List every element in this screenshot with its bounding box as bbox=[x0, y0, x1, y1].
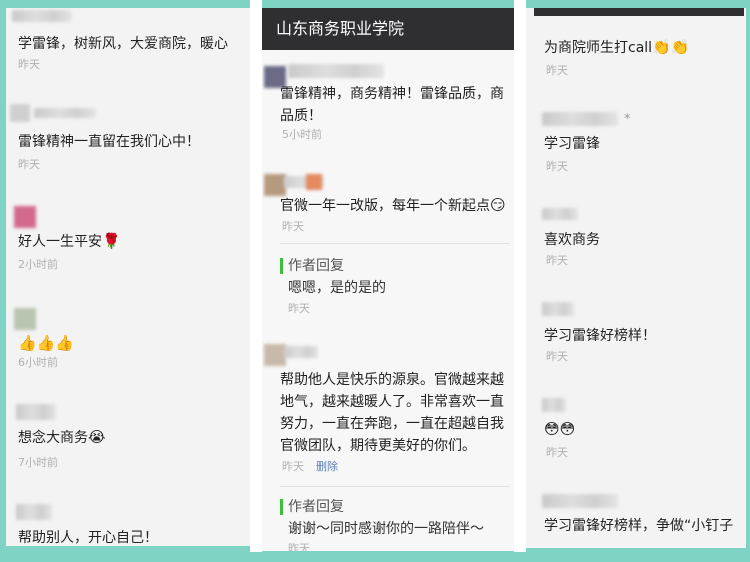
comment-time: 2小时前 bbox=[18, 258, 58, 271]
blurred-username bbox=[16, 504, 52, 520]
comment-time: 昨天 bbox=[18, 58, 40, 71]
screenshot-collage: { "left_panel": { "comments": [ {"text":… bbox=[0, 0, 750, 562]
comment-text: 雷锋精神一直留在我们心中！ bbox=[18, 134, 200, 150]
blurred-username bbox=[34, 108, 96, 118]
smirk-emoji-icon: 😏 bbox=[490, 196, 506, 214]
divider bbox=[280, 486, 510, 487]
reply-marker bbox=[280, 258, 283, 274]
flushed-emoji-icon: 😳😳 bbox=[544, 420, 576, 438]
middle-comments-panel: 山东商务职业学院 雷锋精神，商务精神！雷锋品质，商 品质！ 5小时前 官微一年一… bbox=[262, 8, 514, 551]
comment-time: 7小时前 bbox=[18, 456, 58, 469]
divider bbox=[280, 243, 510, 244]
comment-text: 学习雷锋好榜样！ bbox=[544, 328, 656, 344]
comment-text: 学习雷锋 bbox=[544, 136, 600, 152]
comment-time: 6小时前 bbox=[18, 356, 58, 369]
comment-text: 帮助他人是快乐的源泉。官微越来越 bbox=[280, 372, 504, 388]
comment-time: 昨天 bbox=[18, 158, 40, 171]
comment-time: 昨天 bbox=[546, 350, 568, 363]
blurred-avatar bbox=[14, 206, 36, 228]
panel-separator bbox=[250, 0, 262, 552]
blurred-avatar bbox=[14, 308, 36, 330]
comment-text: 😳😳 bbox=[544, 418, 575, 442]
blurred-username bbox=[288, 64, 384, 78]
crying-emoji-icon: 😭 bbox=[88, 428, 106, 446]
reply-text: 谢谢～同时感谢你的一路陪伴～ bbox=[288, 521, 484, 537]
left-comments-panel: 学雷锋，树新风，大爱商院，暖心 昨天 雷锋精神一直留在我们心中！ 昨天 好人一生… bbox=[6, 8, 250, 546]
reply-marker bbox=[280, 499, 283, 515]
comment-text: 雷锋精神，商务精神！雷锋品质，商 bbox=[280, 86, 504, 102]
comment-text: 努力，一直在奔跑，一直在超越自我 bbox=[280, 416, 504, 432]
blurred-username bbox=[542, 208, 578, 220]
blurred-username bbox=[542, 302, 574, 316]
comment-text: 👍👍👍 bbox=[18, 332, 74, 356]
comment-text: 官微一年一改版，每年一个新起点😏 bbox=[280, 196, 506, 214]
username-star: * bbox=[624, 112, 631, 127]
author-reply-label: 作者回复 bbox=[288, 499, 344, 515]
right-comments-panel: 为商院师生打call👏👏 昨天 * 学习雷锋 昨天 喜欢商务 昨天 学习雷锋好榜… bbox=[526, 8, 746, 548]
comment-time: 昨天 bbox=[546, 64, 568, 77]
blurred-avatar bbox=[264, 174, 286, 196]
clapping-hands-emoji-icon: 👏👏 bbox=[652, 38, 690, 56]
comment-time: 昨天 bbox=[546, 254, 568, 267]
comment-text: 品质！ bbox=[280, 108, 322, 124]
comment-text: 为商院师生打call👏👏 bbox=[544, 38, 690, 56]
blurred-username bbox=[12, 10, 72, 22]
delete-link[interactable]: 删除 bbox=[316, 460, 338, 473]
comment-time: 昨天 bbox=[546, 446, 568, 459]
reply-time: 昨天 bbox=[288, 302, 310, 315]
comment-time: 昨天 删除 bbox=[282, 460, 338, 473]
reply-text: 嗯嗯，是的是的 bbox=[288, 280, 386, 296]
comment-text: 喜欢商务 bbox=[544, 232, 600, 248]
comment-text: 官微团队，期待更美好的你们。 bbox=[280, 438, 476, 454]
comment-time: 昨天 bbox=[546, 160, 568, 173]
blurred-avatar bbox=[10, 104, 30, 122]
comment-text: 学雷锋，树新风，大爱商院，暖心 bbox=[18, 36, 228, 52]
thumbs-up-emoji-icon: 👍👍👍 bbox=[18, 334, 75, 352]
comment-text: 好人一生平安🌹 bbox=[18, 232, 121, 250]
blurred-avatar bbox=[306, 174, 322, 190]
blurred-username bbox=[284, 346, 318, 358]
author-reply-label: 作者回复 bbox=[288, 258, 344, 274]
blurred-username bbox=[542, 112, 618, 126]
comment-text: 地气，越来越暖人了。非常喜欢一直 bbox=[280, 394, 504, 410]
blurred-avatar bbox=[264, 344, 286, 366]
rose-emoji-icon: 🌹 bbox=[102, 232, 121, 250]
comment-time: 5小时前 bbox=[282, 128, 322, 141]
reply-time: 昨天 bbox=[288, 542, 310, 551]
top-bar bbox=[534, 8, 744, 16]
comment-text: 想念大商务😭 bbox=[18, 428, 106, 446]
comment-time: 昨天 bbox=[282, 220, 304, 233]
comment-text: 学习雷锋好榜样，争做“小钉子 bbox=[544, 518, 734, 534]
page-title: 山东商务职业学院 bbox=[262, 8, 514, 50]
blurred-username bbox=[16, 404, 56, 420]
panel-separator bbox=[514, 0, 526, 552]
comment-text: 帮助别人，开心自己！ bbox=[18, 530, 158, 546]
blurred-username bbox=[542, 494, 618, 508]
blurred-username bbox=[542, 398, 566, 412]
